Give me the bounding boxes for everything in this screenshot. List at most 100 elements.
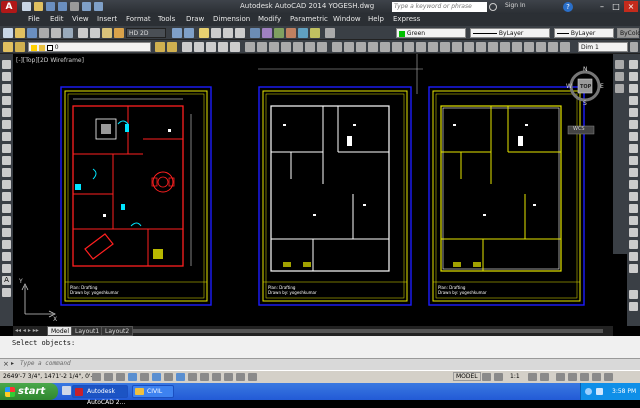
menu-draw[interactable]: Draw	[186, 15, 204, 23]
dim-edit-icon[interactable]	[440, 42, 450, 52]
open-icon[interactable]	[15, 28, 25, 38]
application-menu-button[interactable]: A	[1, 1, 17, 13]
menu-parametric[interactable]: Parametric	[290, 15, 328, 23]
redo-icon[interactable]	[94, 2, 103, 11]
sign-in-link[interactable]: Sign In	[505, 2, 526, 9]
text-style-icon[interactable]	[476, 42, 486, 52]
close-button[interactable]: ×	[624, 1, 638, 12]
menu-view[interactable]: View	[72, 15, 89, 23]
volume-icon[interactable]	[596, 388, 603, 395]
save-icon[interactable]	[46, 2, 55, 11]
ellipse-arc-icon[interactable]	[2, 180, 11, 189]
ucs-icon[interactable]	[615, 60, 624, 69]
properties-icon[interactable]	[250, 28, 260, 38]
point-tool-icon[interactable]	[2, 216, 11, 225]
viewcube-north-label[interactable]: N	[583, 66, 588, 73]
multiline-text-icon[interactable]	[488, 42, 498, 52]
open-icon[interactable]	[34, 2, 43, 11]
save-as-icon[interactable]	[58, 2, 67, 11]
rotate-tool-icon[interactable]	[629, 132, 638, 141]
center-mark-icon[interactable]	[428, 42, 438, 52]
arc-tool-icon[interactable]	[2, 120, 11, 129]
command-input[interactable]: Type a command	[20, 360, 71, 367]
print-icon[interactable]	[70, 2, 79, 11]
menu-edit[interactable]: Edit	[50, 15, 64, 23]
model-space-button[interactable]: MODEL	[453, 372, 481, 381]
plot-icon[interactable]	[39, 28, 49, 38]
break-icon[interactable]	[629, 204, 638, 213]
quick-properties-icon[interactable]	[236, 373, 245, 381]
quick-view-drawings-icon[interactable]	[494, 373, 503, 381]
copy-object-icon[interactable]	[257, 42, 267, 52]
revision-cloud-icon[interactable]	[2, 144, 11, 153]
pan-icon[interactable]	[199, 28, 209, 38]
undo-icon[interactable]	[172, 28, 182, 38]
line-tool-icon[interactable]	[2, 60, 11, 69]
line-icon[interactable]	[182, 42, 192, 52]
dim-aligned-icon[interactable]	[344, 42, 354, 52]
calculator-icon[interactable]	[310, 28, 320, 38]
zoom-realtime-icon[interactable]	[211, 28, 221, 38]
tab-model[interactable]: Model	[47, 326, 74, 336]
infer-constraints-icon[interactable]	[92, 373, 101, 381]
viewcube-east-label[interactable]: E	[600, 83, 604, 90]
break-at-point-icon[interactable]	[629, 192, 638, 201]
construction-line-icon[interactable]	[2, 72, 11, 81]
color-combo[interactable]: Green	[396, 28, 466, 38]
polyline-icon[interactable]	[194, 42, 204, 52]
trim-tool-icon[interactable]	[629, 168, 638, 177]
menu-insert[interactable]: Insert	[97, 15, 117, 23]
search-icon[interactable]	[489, 3, 497, 11]
spline-icon[interactable]	[2, 156, 11, 165]
publish-icon[interactable]	[63, 28, 73, 38]
insert-block-icon[interactable]	[536, 42, 546, 52]
linetype-combo[interactable]: ByLayer	[470, 28, 550, 38]
menu-file[interactable]: File	[28, 15, 40, 23]
minimize-button[interactable]: –	[595, 1, 609, 12]
lineweight-toggle-icon[interactable]	[212, 373, 221, 381]
match-properties-icon[interactable]	[114, 28, 124, 38]
tab-layout2[interactable]: Layout2	[101, 326, 134, 336]
3d-object-snap-icon[interactable]	[164, 373, 173, 381]
make-block-icon[interactable]	[2, 204, 11, 213]
modify-extra2-icon[interactable]	[629, 302, 638, 311]
ortho-mode-icon[interactable]	[128, 373, 137, 381]
lineweight-combo[interactable]: ByLayer	[554, 28, 614, 38]
move-icon[interactable]	[245, 42, 255, 52]
gradient-icon[interactable]	[2, 240, 11, 249]
ellipse-icon[interactable]	[2, 168, 11, 177]
preview-icon[interactable]	[51, 28, 61, 38]
object-snap-icon[interactable]	[152, 373, 161, 381]
paste-icon[interactable]	[102, 28, 112, 38]
circle-tool-icon[interactable]	[2, 132, 11, 141]
mirror-tool-icon[interactable]	[629, 84, 638, 93]
table-icon[interactable]	[500, 42, 510, 52]
dynamic-input-icon[interactable]	[200, 373, 209, 381]
dim-baseline-icon[interactable]	[380, 42, 390, 52]
dimstyle-combo[interactable]: Dim 1	[578, 42, 628, 52]
dynamic-ucs-icon[interactable]	[188, 373, 197, 381]
insert-block-tool-icon[interactable]	[2, 192, 11, 201]
erase-icon[interactable]	[629, 60, 638, 69]
tab-nav-arrows[interactable]: ◂◂ ◂ ▸ ▸▸	[15, 327, 39, 334]
auto-scale-icon[interactable]	[540, 373, 549, 381]
tool-palettes-icon[interactable]	[274, 28, 284, 38]
menu-express[interactable]: Express	[393, 15, 420, 23]
menu-help[interactable]: Help	[368, 15, 384, 23]
arc-icon[interactable]	[218, 42, 228, 52]
new-icon[interactable]	[22, 2, 31, 11]
ucs-previous-icon[interactable]	[615, 84, 624, 93]
search-input[interactable]: Type a keyword or phrase	[392, 2, 487, 12]
plotstyle-combo[interactable]: ByColor	[617, 28, 640, 38]
dim-update-icon[interactable]	[464, 42, 474, 52]
dim-angular-icon[interactable]	[368, 42, 378, 52]
viewcube-west-label[interactable]: W	[566, 83, 572, 90]
copy-tool-icon[interactable]	[629, 72, 638, 81]
array-icon[interactable]	[629, 108, 638, 117]
menu-tools[interactable]: Tools	[158, 15, 175, 23]
block-icon[interactable]	[524, 42, 534, 52]
layer-combo[interactable]: 0	[28, 42, 151, 52]
help-icon[interactable]: ?	[563, 2, 573, 12]
grid-display-icon[interactable]	[116, 373, 125, 381]
network-icon[interactable]	[585, 388, 592, 395]
